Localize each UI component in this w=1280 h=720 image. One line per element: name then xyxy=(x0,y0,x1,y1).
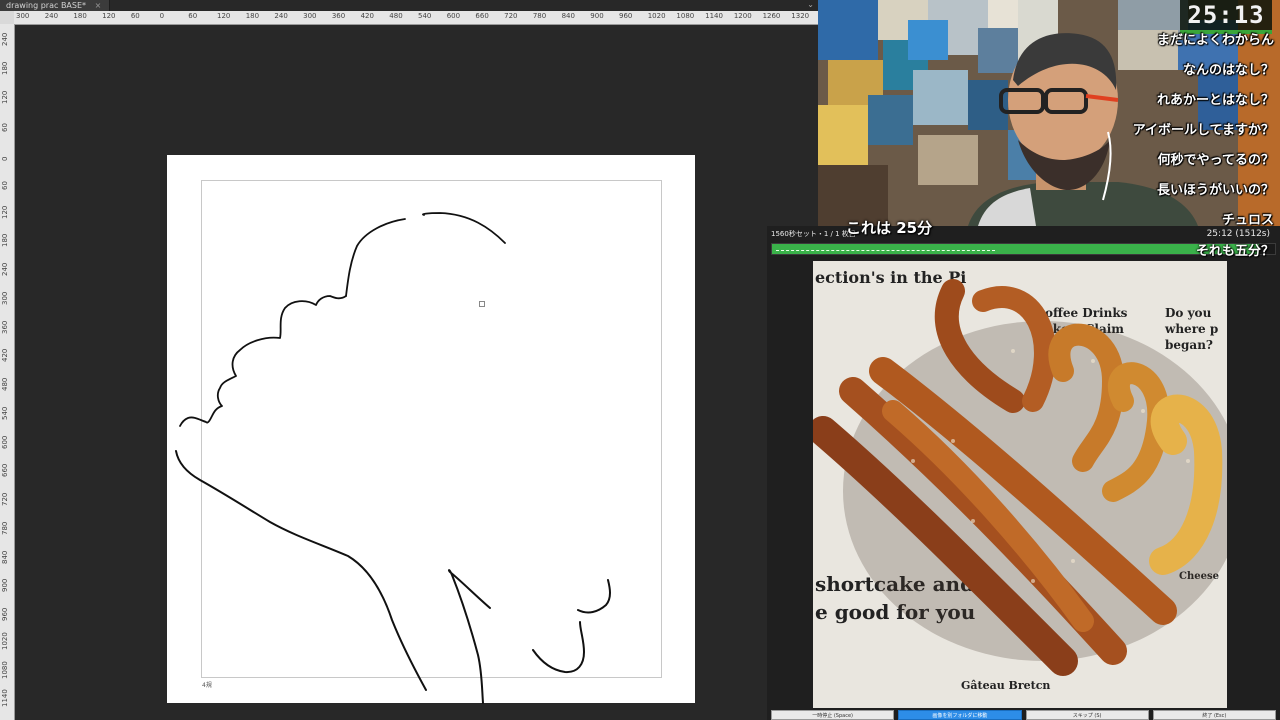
sketch-stroke-top xyxy=(345,212,506,297)
chat-comment: れあかーとはなし？ xyxy=(1156,93,1274,108)
reference-image: ection's in the Pi offee Drinks ake a Cl… xyxy=(813,261,1227,708)
stream-caption: これは 25分 xyxy=(846,219,933,237)
move-image-button[interactable]: 画像を別フォルダに移動 xyxy=(898,710,1022,720)
pause-button[interactable]: 一時停止 (Space) xyxy=(771,710,895,720)
viewer-progress-fill xyxy=(772,244,1260,254)
sketch-stroke-scallops xyxy=(179,295,347,427)
sketch-stroke-back xyxy=(175,450,427,691)
skip-button[interactable]: スキップ (S) xyxy=(1025,710,1149,720)
viewer-time-label: 25:12 (1512s) xyxy=(1206,229,1270,239)
viewer-progress-dashes xyxy=(776,250,996,251)
chat-comment: 長いほうがいいの？ xyxy=(1156,183,1274,198)
newspaper-text: where p xyxy=(1164,322,1218,336)
newspaper-text: Do you xyxy=(1165,306,1212,320)
chat-comment: まだによくわからん xyxy=(1156,33,1274,48)
reference-viewer: 1560秒セット・1 / 1 枚目 25:12 (1512s) ection's… xyxy=(767,226,1280,720)
chat-comment: それも五分？ xyxy=(1195,244,1274,259)
newspaper-text: Gâteau Bretcn xyxy=(961,679,1050,692)
newspaper-text: offee Drinks xyxy=(1045,306,1128,320)
newspaper-text: began? xyxy=(1165,338,1213,352)
sketch-stroke-leg-front xyxy=(447,569,491,704)
exit-button[interactable]: 終了 (Esc) xyxy=(1152,710,1276,720)
chat-comment: 何秒でやってるの？ xyxy=(1157,153,1274,168)
drawing-app-window: drawing prac BASE* × ⌄ 300 240 180 120 60 0 60… xyxy=(0,0,818,720)
chat-comment: アイボールしてますか？ xyxy=(1132,123,1274,138)
churros-photo: ection's in the Pi offee Drinks ake a Cl… xyxy=(813,261,1227,708)
viewer-button-row: 一時停止 (Space) 画像を別フォルダに移動 スキップ (S) 終了 (Es… xyxy=(771,710,1276,720)
sketch-stroke-leg-back xyxy=(532,579,611,674)
sketch-strokes xyxy=(175,212,611,704)
chat-comment: なんのはなし？ xyxy=(1182,63,1274,78)
viewer-set-label: 1560秒セット・1 / 1 枚目 xyxy=(771,230,856,238)
